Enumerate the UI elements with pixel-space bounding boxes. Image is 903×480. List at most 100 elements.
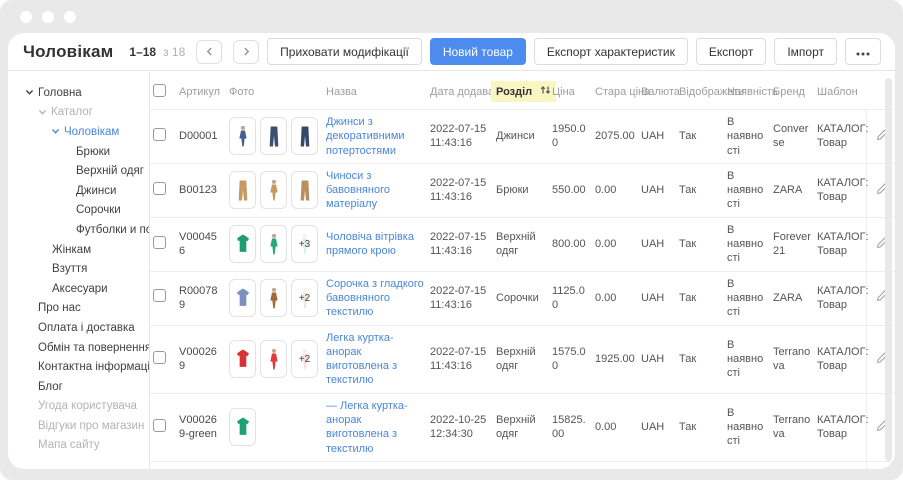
products-table: АртикулФотоНазваДата додаванняРозділЦіна… [150,72,895,469]
row-checkbox[interactable] [153,351,166,364]
photo-more-thumb[interactable]: +2 [291,279,318,317]
photo-thumb[interactable] [260,340,287,378]
column-header-availability[interactable]: Наявність [724,72,770,110]
sidebar-item-мапа-сайту[interactable]: Мапа сайту [8,436,149,456]
photo-thumb[interactable] [260,279,287,317]
sidebar-item-про-нас[interactable]: Про нас [8,299,149,319]
select-all-checkbox[interactable] [153,84,166,97]
date-line: 2022-07-15 [430,345,490,359]
import-button[interactable]: Імпорт [774,38,837,65]
row-checkbox[interactable] [153,289,166,302]
product-name-link[interactable]: — Легка куртка-анорак виготовлена з текс… [326,399,424,456]
product-display-flag: Так [676,461,724,469]
pagination-range: 1–18 [129,45,156,59]
sidebar-item-верхній-одяг[interactable]: Верхній одяг [8,161,149,181]
column-header-artikul[interactable]: Артикул [176,72,226,110]
category-sidebar: Головна КаталогЧоловікамБрюкиВерхній одяг… [8,72,150,469]
sidebar-item-угода-користувача[interactable]: Угода користувача [8,397,149,417]
product-name-link[interactable]: Легка куртка-анорак виготовлена з тексти… [326,331,424,388]
sidebar-item-головна[interactable]: Головна [8,83,149,103]
column-header-name[interactable]: Назва [323,72,427,110]
product-template: КАТАЛОГ:Товар [814,325,866,393]
product-availability: В наявності [724,461,770,469]
photo-thumb[interactable] [260,225,287,263]
sorted-column-highlight: Розділ [491,81,556,102]
product-date-added: 2022-07-1511:43:16 [427,325,493,393]
next-page-button[interactable] [233,40,259,64]
row-checkbox[interactable] [153,128,166,141]
sort-icon[interactable] [540,85,551,98]
table-row: V000456+3Чоловіча вітрівка прямого крою2… [150,217,895,271]
photo-thumb[interactable] [291,117,318,155]
product-name-cell: Сорочка з бавовняного матеріалу притален… [323,461,427,469]
column-header-photo[interactable]: Фото [226,72,323,110]
date-line: 2022-07-15 [430,230,490,244]
sidebar-item-оплата-і-доставка[interactable]: Оплата і доставка [8,318,149,338]
row-checkbox[interactable] [153,419,166,432]
photo-thumb[interactable] [229,225,256,263]
date-line: 11:43:16 [430,136,490,150]
window-minimize-dot[interactable] [42,11,54,23]
sidebar-item-брюки[interactable]: Брюки [8,142,149,162]
product-name-link[interactable]: Сорочка з гладкого бавовняного текстилю [326,277,424,320]
sidebar-item-чоловікам[interactable]: Чоловікам [8,122,149,142]
column-header-template[interactable]: Шаблон [814,72,866,110]
sidebar-item-футболки-и-поло[interactable]: Футболки и поло [8,220,149,240]
sidebar-item-аксесуари[interactable]: Аксесуари [8,279,149,299]
product-display-flag: Так [676,163,724,217]
window-close-dot[interactable] [20,11,32,23]
product-name-link[interactable]: Джинси з декоративними потертостями [326,115,424,158]
sidebar-item-блог[interactable]: Блог [8,377,149,397]
product-name-link[interactable]: Чоловіча вітрівка прямого крою [326,230,424,259]
product-name-link[interactable]: Сорочка з бавовняного матеріалу притален… [326,467,424,469]
photo-thumb[interactable] [229,171,256,209]
ellipsis-icon [856,52,870,56]
column-header-currency[interactable]: Валюта [638,72,676,110]
row-checkbox[interactable] [153,182,166,195]
column-header-added[interactable]: Дата додавання [427,72,493,110]
column-header-brand[interactable]: Бренд [770,72,814,110]
more-actions-button[interactable] [845,38,881,65]
sidebar-item-обмін-та-повернення[interactable]: Обмін та повернення [8,338,149,358]
sidebar-item-label: Головна [38,87,82,99]
vertical-scrollbar[interactable] [885,78,892,461]
template-line: КАТАЛОГ: [817,176,863,190]
product-template: КАТАЛОГ:Товар [814,163,866,217]
photo-thumb[interactable] [229,408,256,446]
photo-thumb[interactable] [229,340,256,378]
column-header-old_price[interactable]: Стара ціна [592,72,638,110]
sidebar-item-взуття[interactable]: Взуття [8,259,149,279]
sidebar-item-відгуки-про-магазин[interactable]: Відгуки про магазин [8,416,149,436]
column-header-display[interactable]: Відображати [676,72,724,110]
table-row: B00123Чиноси з бавовняного матеріалу2022… [150,163,895,217]
sidebar-item-джинси[interactable]: Джинси [8,181,149,201]
product-name-link[interactable]: Чиноси з бавовняного матеріалу [326,169,424,212]
hide-modifications-button[interactable]: Приховати модифікації [267,38,422,65]
photo-thumb[interactable] [291,171,318,209]
export-button[interactable]: Експорт [696,38,766,65]
column-header-price[interactable]: Ціна [549,72,592,110]
photo-more-thumb[interactable]: +3 [291,225,318,263]
row-checkbox[interactable] [153,236,166,249]
sidebar-item-label: Відгуки про магазин [38,420,144,432]
photo-thumb[interactable] [229,279,256,317]
photo-more-thumb[interactable]: +2 [291,340,318,378]
photo-thumb[interactable] [229,117,256,155]
sidebar-item-сорочки[interactable]: Сорочки [8,201,149,221]
new-product-button[interactable]: Новий товар [430,38,526,65]
product-price: 550.00 [549,163,592,217]
product-currency: UAH [638,163,676,217]
window-maximize-dot[interactable] [64,11,76,23]
sidebar-item-контактна-інформація[interactable]: Контактна інформація [8,357,149,377]
sidebar-item-каталог[interactable]: Каталог [8,103,149,123]
sidebar-item-label: Жінкам [52,244,91,256]
product-brand: ZARA [770,271,814,325]
main-content: Головна КаталогЧоловікамБрюкиВерхній одяг… [8,72,895,469]
photo-thumb[interactable] [260,171,287,209]
prev-page-button[interactable] [196,40,222,64]
sidebar-item-жінкам[interactable]: Жінкам [8,240,149,260]
column-header-category[interactable]: Розділ [493,72,549,110]
photo-thumb[interactable] [260,117,287,155]
product-sku: V000269-green [176,393,226,461]
export-characteristics-button[interactable]: Експорт характеристик [534,38,688,65]
